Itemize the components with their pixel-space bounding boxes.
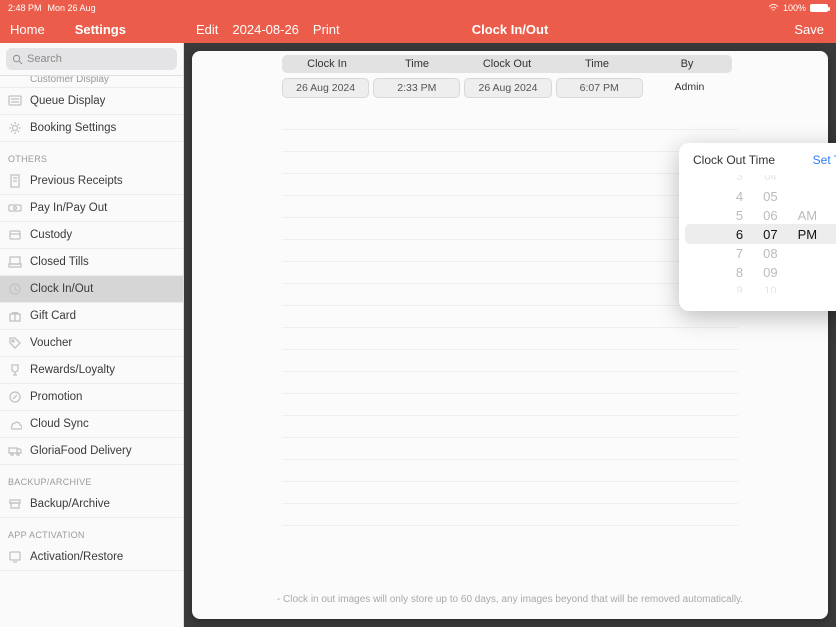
edit-button[interactable]: Edit — [196, 22, 218, 37]
sidebar-item-previous-receipts[interactable]: Previous Receipts — [0, 168, 183, 195]
search-placeholder: Search — [27, 53, 62, 65]
search-input[interactable]: Search — [6, 48, 177, 70]
grid-header: Clock In Time Clock Out Time By — [282, 55, 732, 73]
col-time-in: Time — [372, 55, 462, 73]
section-activation: APP ACTIVATION — [0, 518, 183, 544]
promotion-icon — [8, 390, 22, 404]
sidebar-item-booking-settings[interactable]: Booking Settings — [0, 115, 183, 142]
sidebar-item-customer-display[interactable]: Customer Display — [0, 76, 183, 88]
home-button[interactable]: Home — [10, 22, 45, 37]
section-backup: BACKUP/ARCHIVE — [0, 465, 183, 491]
wifi-icon — [768, 4, 779, 12]
clock-out-date-field[interactable]: 26 Aug 2024 — [464, 78, 551, 98]
sidebar-list[interactable]: Customer Display Queue Display Booking S… — [0, 76, 183, 627]
set-time-button[interactable]: Set Time — [813, 153, 836, 167]
money-icon — [8, 201, 22, 215]
trophy-icon — [8, 363, 22, 377]
sidebar-item-promotion[interactable]: Promotion — [0, 384, 183, 411]
sidebar-item-gift-card[interactable]: Gift Card — [0, 303, 183, 330]
print-button[interactable]: Print — [313, 22, 340, 37]
status-date: Mon 26 Aug — [48, 3, 96, 13]
custody-icon — [8, 228, 22, 242]
main-panel: Clock In Time Clock Out Time By 26 Aug 2… — [184, 43, 836, 627]
col-by: By — [642, 55, 732, 73]
sidebar-item-rewards[interactable]: Rewards/Loyalty — [0, 357, 183, 384]
footnote: - Clock in out images will only store up… — [192, 584, 828, 619]
time-wheel[interactable]: 3 4 5 6 7 8 9 04 05 06 07 08 09 — [679, 175, 836, 293]
search-icon — [12, 54, 23, 65]
gear-icon — [8, 121, 22, 135]
clock-in-date-field[interactable]: 26 Aug 2024 — [282, 78, 369, 98]
grid-row: 26 Aug 2024 2:33 PM 26 Aug 2024 6:07 PM … — [282, 78, 732, 98]
clock-in-time-field[interactable]: 2:33 PM — [373, 78, 460, 98]
sidebar-item-gloriafood[interactable]: GloriaFood Delivery — [0, 438, 183, 465]
minute-wheel[interactable]: 04 05 06 07 08 09 10 — [763, 175, 777, 293]
till-icon — [8, 255, 22, 269]
settings-button[interactable]: Settings — [75, 22, 126, 37]
save-button[interactable]: Save — [794, 22, 824, 37]
col-clock-in: Clock In — [282, 55, 372, 73]
content-sheet: Clock In Time Clock Out Time By 26 Aug 2… — [192, 51, 828, 619]
by-label: Admin — [647, 78, 732, 98]
queue-icon — [8, 94, 22, 108]
cloud-icon — [8, 417, 22, 431]
battery-pct: 100% — [783, 3, 806, 13]
tag-icon — [8, 336, 22, 350]
archive-icon — [8, 497, 22, 511]
sidebar: Search Customer Display Queue Display Bo… — [0, 43, 184, 627]
sidebar-item-queue-display[interactable]: Queue Display — [0, 88, 183, 115]
sidebar-item-closed-tills[interactable]: Closed Tills — [0, 249, 183, 276]
section-others: OTHERS — [0, 142, 183, 168]
sidebar-item-backup[interactable]: Backup/Archive — [0, 491, 183, 518]
delivery-icon — [8, 444, 22, 458]
clock-out-time-field[interactable]: 6:07 PM — [556, 78, 643, 98]
nav-date[interactable]: 2024-08-26 — [232, 22, 299, 37]
clock-icon — [8, 282, 22, 296]
gift-icon — [8, 309, 22, 323]
sidebar-item-activation[interactable]: Activation/Restore — [0, 544, 183, 571]
col-time-out: Time — [552, 55, 642, 73]
receipt-icon — [8, 174, 22, 188]
ios-status-bar: 2:48 PM Mon 26 Aug 100% — [0, 0, 836, 15]
ampm-wheel[interactable]: AM PM — [798, 175, 818, 293]
hour-wheel[interactable]: 3 4 5 6 7 8 9 — [736, 175, 743, 293]
sidebar-item-voucher[interactable]: Voucher — [0, 330, 183, 357]
sidebar-item-cloud-sync[interactable]: Cloud Sync — [0, 411, 183, 438]
status-time: 2:48 PM — [8, 3, 42, 13]
restore-icon — [8, 550, 22, 564]
col-clock-out: Clock Out — [462, 55, 552, 73]
battery-icon — [810, 4, 828, 12]
sidebar-item-clock-in-out[interactable]: Clock In/Out — [0, 276, 183, 303]
popover-title: Clock Out Time — [693, 153, 775, 167]
time-picker-popover: Clock Out Time Set Time 3 4 5 6 7 8 9 — [679, 143, 836, 311]
top-bar: Home Settings Edit 2024-08-26 Print Cloc… — [0, 15, 836, 43]
sidebar-item-custody[interactable]: Custody — [0, 222, 183, 249]
sidebar-item-pay-in-out[interactable]: Pay In/Pay Out — [0, 195, 183, 222]
